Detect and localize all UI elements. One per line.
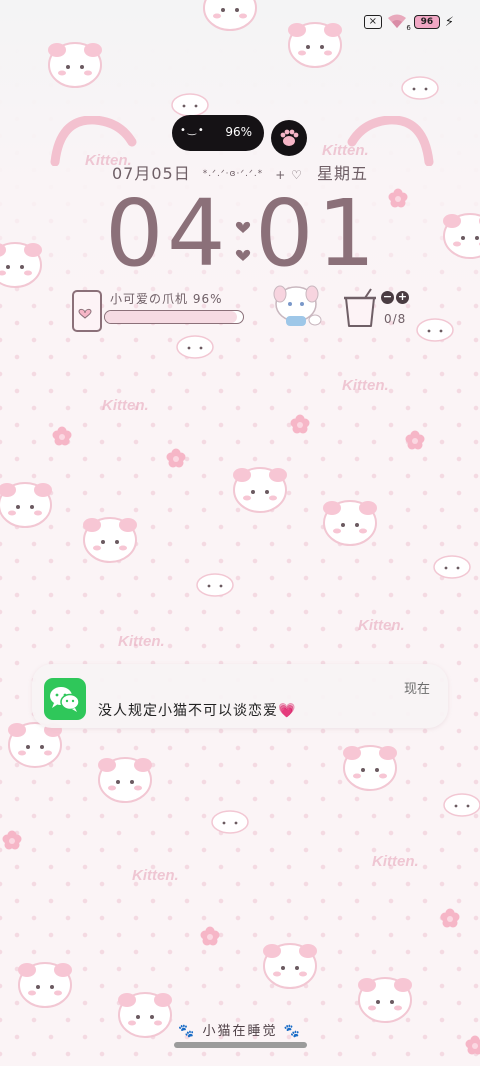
bottom-text: 小猫在睡觉	[202, 1024, 278, 1039]
paw-icon	[280, 129, 299, 146]
svg-text:Kitten.: Kitten.	[132, 867, 179, 884]
phone-heart-icon	[72, 290, 102, 332]
svg-text:Kitten.: Kitten.	[342, 377, 389, 394]
kaomoji-decoration: *.ᐟ.ᐟ·ɞ·ᐟ.ᐟ.*	[202, 169, 264, 179]
notification-message: 没人规定小猫不可以谈恋爱💗	[98, 703, 297, 719]
water-counter: 0/8	[384, 312, 407, 326]
clock-hour-ones: 4	[167, 180, 226, 287]
wechat-notification[interactable]: 现在 没人规定小猫不可以谈恋爱💗	[32, 664, 448, 728]
lightning-icon: ⚡︎	[444, 14, 454, 30]
home-indicator[interactable]	[174, 1042, 307, 1048]
svg-text:Kitten.: Kitten.	[358, 617, 405, 634]
status-bar: × 6 96 ⚡︎	[363, 12, 454, 32]
battery-level: 96	[420, 17, 434, 27]
battery-pill[interactable]: •‿• 96%	[172, 115, 264, 151]
battery-progress-bar	[104, 310, 244, 324]
right-ear-decoration	[347, 116, 434, 166]
battery-widget-label: 小可爱の爪机 96%	[110, 292, 223, 306]
wechat-icon	[44, 678, 86, 720]
svg-text:Kitten.: Kitten.	[102, 397, 149, 414]
paw-button[interactable]	[271, 120, 307, 156]
pill-battery-percent: 96%	[225, 125, 252, 139]
water-cup-icon	[344, 288, 376, 327]
svg-text:Kitten.: Kitten.	[372, 853, 419, 870]
water-minus-button[interactable]: −	[381, 291, 394, 304]
battery-progress-fill	[105, 311, 238, 323]
clock-hour-tens: 0	[105, 180, 164, 287]
clock-minute-tens: 0	[255, 180, 314, 287]
bottom-status: 🐾 小猫在睡觉 🐾	[0, 1020, 480, 1039]
pill-face: •‿•	[180, 125, 206, 136]
kitten-sticker	[273, 285, 322, 326]
left-ear-decoration	[50, 116, 137, 166]
paw-icon-right: 🐾	[283, 1024, 302, 1039]
svg-text:Kitten.: Kitten.	[118, 633, 165, 650]
battery-icon: 96	[413, 15, 440, 29]
paw-icon-left: 🐾	[178, 1024, 197, 1039]
clock-minute-ones: 1	[317, 180, 376, 287]
water-plus-button[interactable]: +	[396, 291, 409, 304]
clock-heart-colon	[235, 221, 251, 261]
no-sim-icon: ×	[363, 15, 382, 29]
date-line: 07月05日 *.ᐟ.ᐟ·ɞ·ᐟ.ᐟ.* + ♡ 星期五	[0, 160, 480, 184]
lock-clock: 0 4 0 1	[105, 180, 376, 287]
wifi-badge: 6	[406, 24, 411, 32]
wifi-icon: 6	[387, 13, 411, 32]
notification-time: 现在	[403, 682, 430, 697]
